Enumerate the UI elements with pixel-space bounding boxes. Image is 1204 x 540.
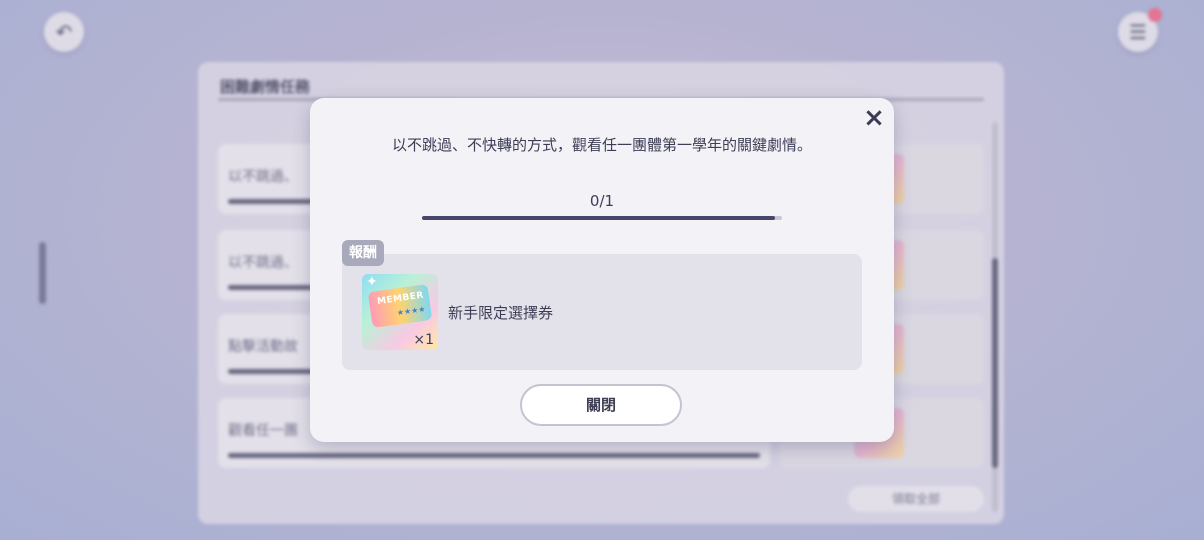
mission-detail-dialog: × 以不跳過、不快轉的方式，觀看任一團體第一學年的關鍵劇情。 0/1 報酬 ✦ …	[310, 98, 894, 442]
close-icon[interactable]: ×	[862, 105, 886, 131]
sparkle-icon: ✦	[366, 274, 378, 290]
progress-count: 0/1	[589, 192, 615, 210]
progress-bar-fill	[422, 216, 775, 220]
reward-tag: 報酬	[342, 240, 384, 266]
member-ticket-icon[interactable]: ✦ MEMBER ★★★★ ×1	[362, 274, 438, 350]
ticket-graphic: MEMBER ★★★★	[367, 283, 433, 329]
reward-item-name: 新手限定選擇券	[448, 304, 554, 322]
progress-bar	[422, 216, 782, 220]
reward-quantity: ×1	[413, 332, 434, 348]
close-button[interactable]: 關閉	[520, 384, 682, 426]
mission-description: 以不跳過、不快轉的方式，觀看任一團體第一學年的關鍵劇情。	[391, 136, 812, 154]
ticket-stars: ★★★★	[396, 304, 426, 318]
